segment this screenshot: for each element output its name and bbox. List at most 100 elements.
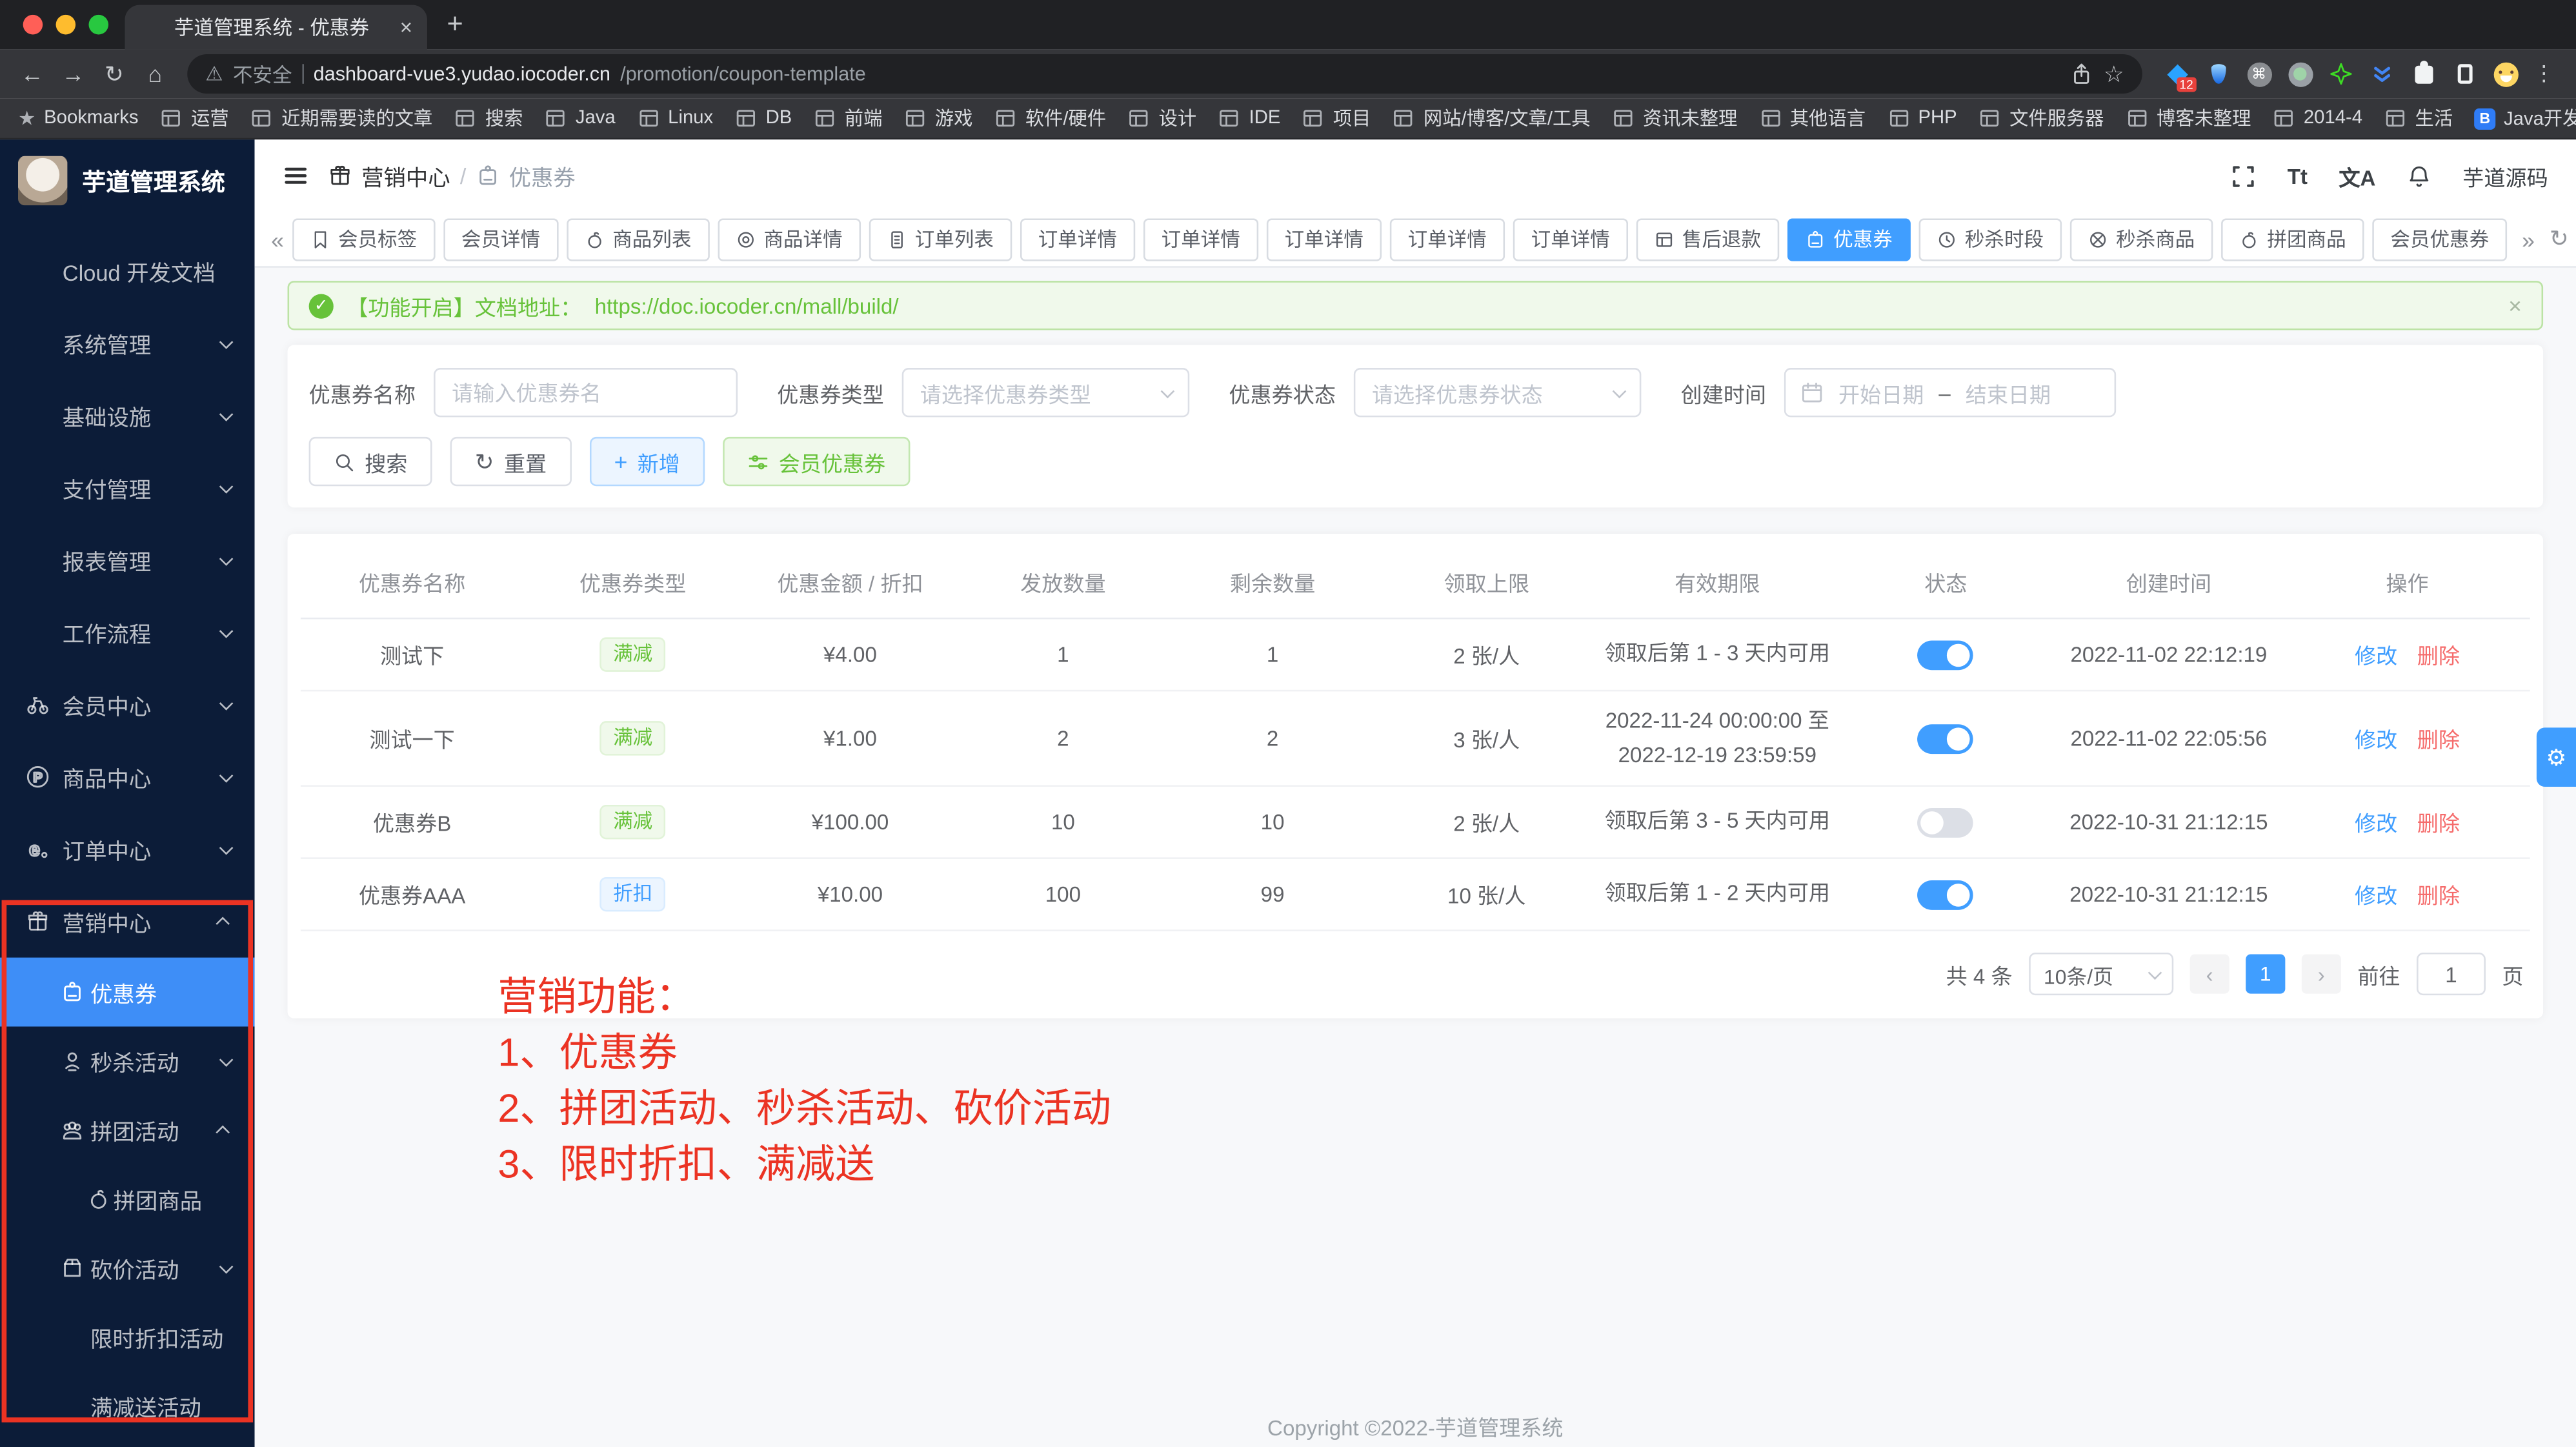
reset-button[interactable]: ↻重置 — [450, 437, 572, 486]
bookmark-folder[interactable]: PHP — [1887, 106, 1957, 130]
extension-reader-icon[interactable] — [2451, 61, 2478, 87]
search-button[interactable]: 搜索 — [309, 437, 432, 486]
sidebar-item-groupon-product[interactable]: 拼团商品 — [0, 1164, 255, 1233]
back-icon[interactable]: ← — [13, 61, 51, 87]
edit-link[interactable]: 修改 — [2355, 807, 2397, 838]
bookmark-folder[interactable]: Java — [544, 106, 615, 130]
edit-link[interactable]: 修改 — [2355, 723, 2397, 754]
bell-icon[interactable] — [2407, 163, 2431, 188]
tab-seckill-product[interactable]: 秒杀商品 — [2070, 218, 2213, 260]
bookmarks-root[interactable]: ★Bookmarks — [18, 106, 139, 130]
breadcrumb-parent[interactable]: 营销中心 — [361, 159, 450, 192]
add-button[interactable]: +新增 — [589, 437, 705, 486]
username[interactable]: 芋道源码 — [2462, 160, 2548, 191]
bookmark-star-icon[interactable]: ☆ — [2104, 60, 2124, 88]
banner-close-icon[interactable]: × — [2508, 292, 2522, 319]
extension-command-icon[interactable]: ⌘ — [2246, 61, 2272, 87]
status-toggle[interactable] — [1918, 724, 1974, 753]
extension-star-icon[interactable] — [2328, 61, 2355, 87]
goto-page-input[interactable] — [2417, 953, 2486, 995]
bookmark-folder[interactable]: 运营 — [160, 105, 229, 132]
bookmark-folder[interactable]: IDE — [1218, 106, 1280, 130]
tabs-refresh-icon[interactable]: ↻ — [2550, 225, 2569, 253]
tab-after-sale[interactable]: 售后退款 — [1636, 218, 1780, 260]
tab-coupon[interactable]: 优惠券 — [1787, 218, 1911, 260]
edit-link[interactable]: 修改 — [2355, 639, 2397, 670]
bookmark-folder[interactable]: DB — [734, 106, 792, 130]
bookmark-java[interactable]: BJava开发 | 小组首... — [2474, 105, 2576, 132]
forward-icon[interactable]: → — [54, 61, 92, 87]
tab-order-detail[interactable]: 订单详情 — [1020, 218, 1135, 260]
browser-menu-icon[interactable]: ⋮ — [2533, 61, 2555, 87]
sidebar-item-groupon[interactable]: 拼团活动 — [0, 1095, 255, 1164]
sidebar-item-discount[interactable]: 限时折扣活动 — [0, 1302, 255, 1371]
new-tab-button[interactable]: + — [447, 8, 463, 41]
tab-seckill-time[interactable]: 秒杀时段 — [1919, 218, 2062, 260]
prev-page-button[interactable]: ‹ — [2190, 955, 2229, 994]
status-toggle[interactable] — [1918, 880, 1974, 909]
status-toggle[interactable] — [1918, 807, 1974, 837]
edit-link[interactable]: 修改 — [2355, 878, 2397, 909]
collapse-sidebar-icon[interactable] — [283, 163, 309, 189]
member-coupon-button[interactable]: 会员优惠券 — [723, 437, 910, 486]
tab-order-detail[interactable]: 订单详情 — [1267, 218, 1382, 260]
sidebar-item-bargain[interactable]: 砍价活动 — [0, 1233, 255, 1302]
status-toggle[interactable] — [1918, 640, 1974, 669]
extension-dot-icon[interactable] — [2287, 61, 2313, 87]
settings-fab[interactable]: ⚙ — [2537, 727, 2576, 787]
address-bar[interactable]: ⚠ 不安全 dashboard-vue3.yudao.iocoder.cn/pr… — [187, 54, 2142, 94]
extension-puzzle-icon[interactable] — [2410, 61, 2437, 87]
tabs-scroll-left-icon[interactable]: « — [271, 226, 284, 252]
bookmark-folder[interactable]: 前端 — [813, 105, 882, 132]
tab-order-detail[interactable]: 订单详情 — [1390, 218, 1505, 260]
fullscreen-icon[interactable] — [2231, 163, 2256, 188]
sidebar-item-marketing[interactable]: 营销中心 — [0, 885, 255, 958]
bookmark-folder[interactable]: 软件/硬件 — [994, 105, 1106, 132]
page-size-select[interactable]: 10条/页 — [2029, 953, 2173, 995]
tab-order-detail[interactable]: 订单详情 — [1143, 218, 1258, 260]
delete-link[interactable]: 删除 — [2417, 807, 2460, 838]
bookmark-folder[interactable]: 网站/博客/文章/工具 — [1393, 105, 1591, 132]
delete-link[interactable]: 删除 — [2417, 723, 2460, 754]
tab-member-coupon[interactable]: 会员优惠券 — [2372, 218, 2507, 260]
tabs-scroll-right-icon[interactable]: » — [2522, 226, 2535, 252]
bookmark-folder[interactable]: 生活 — [2384, 105, 2453, 132]
bookmark-folder[interactable]: Linux — [637, 106, 713, 130]
current-page-button[interactable]: 1 — [2246, 955, 2285, 994]
delete-link[interactable]: 删除 — [2417, 878, 2460, 909]
bookmark-folder[interactable]: 2014-4 — [2273, 106, 2363, 130]
zoom-window-button[interactable] — [88, 15, 108, 35]
share-icon[interactable] — [2071, 63, 2094, 86]
sidebar-item-cloud-docs[interactable]: Cloud 开发文档 — [0, 235, 255, 307]
sidebar-item-seckill[interactable]: 秒杀活动 — [0, 1027, 255, 1096]
extension-sites-icon[interactable]: 12 — [2164, 61, 2190, 87]
bookmark-folder[interactable]: 博客未整理 — [2126, 105, 2251, 132]
tab-member-tag[interactable]: 会员标签 — [292, 218, 436, 260]
sidebar-item-system[interactable]: 系统管理 — [0, 307, 255, 379]
delete-link[interactable]: 删除 — [2417, 639, 2460, 670]
extension-chevrons-icon[interactable] — [2369, 61, 2395, 87]
bookmark-folder[interactable]: 文件服务器 — [1978, 105, 2104, 132]
sidebar-item-workflow[interactable]: 工作流程 — [0, 596, 255, 669]
bookmark-folder[interactable]: 项目 — [1302, 105, 1371, 132]
language-icon[interactable]: 文A — [2339, 160, 2375, 191]
extension-drop-icon[interactable] — [2205, 61, 2231, 87]
sidebar-item-report[interactable]: 报表管理 — [0, 524, 255, 596]
tab-member-detail[interactable]: 会员详情 — [443, 218, 558, 260]
font-size-icon[interactable]: Tt — [2288, 163, 2308, 188]
bookmark-folder[interactable]: 搜索 — [454, 105, 523, 132]
create-time-range-picker[interactable]: 开始日期 – 结束日期 — [1784, 368, 2116, 417]
sidebar-item-coupon[interactable]: 优惠券 — [0, 958, 255, 1027]
bookmark-folder[interactable]: 资讯未整理 — [1612, 105, 1738, 132]
coupon-status-select[interactable]: 请选择优惠券状态 — [1354, 368, 1642, 417]
close-window-button[interactable] — [23, 15, 43, 35]
sidebar-item-pay[interactable]: 支付管理 — [0, 452, 255, 524]
tab-product-list[interactable]: 商品列表 — [567, 218, 710, 260]
bookmark-folder[interactable]: 近期需要读的文章 — [250, 105, 433, 132]
security-label[interactable]: 不安全 — [233, 60, 292, 88]
tab-order-list[interactable]: 订单列表 — [869, 218, 1012, 260]
sidebar-item-infra[interactable]: 基础设施 — [0, 379, 255, 452]
tab-product-detail[interactable]: 商品详情 — [718, 218, 861, 260]
browser-tab[interactable]: 芋道管理系统 - 优惠券 × — [125, 5, 427, 50]
tab-order-detail[interactable]: 订单详情 — [1513, 218, 1628, 260]
